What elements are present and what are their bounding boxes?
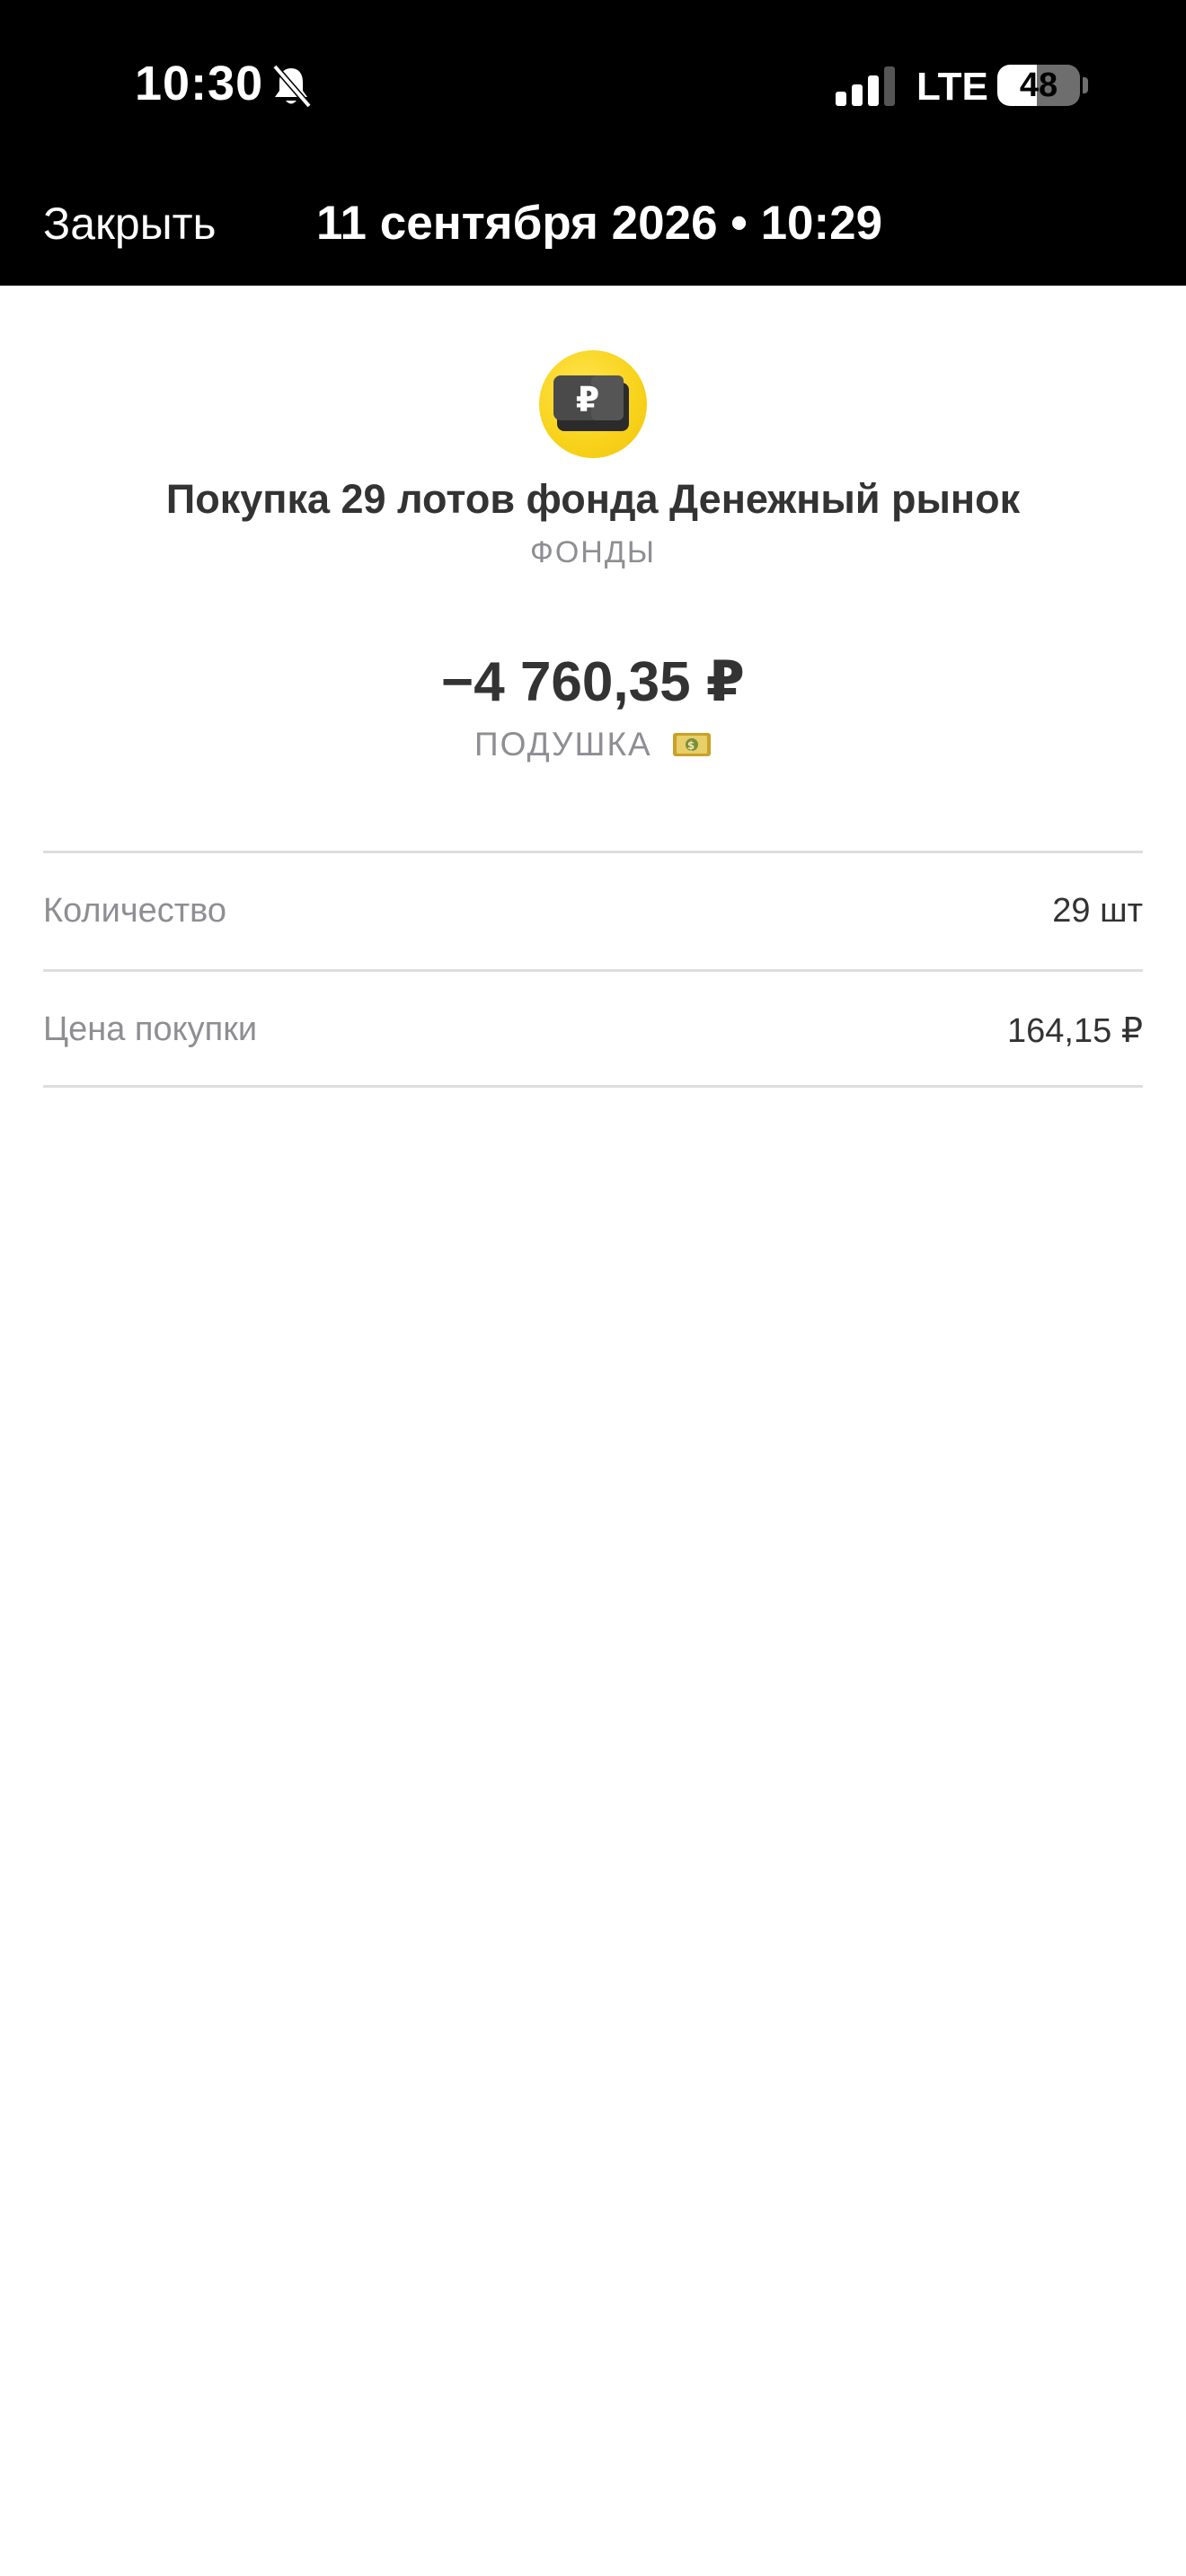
operation-amount: −4 760,35 ₽ [441,651,745,713]
bell-slash-icon [272,64,312,109]
account-name: ПОДУШКА [474,726,652,763]
svg-text:₽: ₽ [576,380,599,419]
status-time: 10:30 [135,57,264,110]
network-type: LTE [916,65,988,109]
close-button[interactable]: Закрыть [43,198,217,250]
detail-label: Цена покупки [43,1010,258,1048]
detail-value: 164,15 ₽ [1007,1012,1143,1050]
money-bill-icon: $ [672,733,711,756]
ruble-wallet-icon: ₽ [539,350,647,458]
battery-icon: 48 [997,65,1080,106]
cellular-signal-icon [836,66,895,106]
details-list: Количество 29 шт Цена покупки 164,15 ₽ [43,851,1143,1088]
battery-percent: 48 [1019,66,1058,104]
svg-text:$: $ [687,739,696,752]
operation-title: Покупка 29 лотов фонда Денежный рынок [165,476,1021,522]
detail-label: Количество [43,892,227,930]
operation-category: ФОНДЫ [530,535,656,569]
detail-row-quantity: Количество 29 шт [43,851,1143,969]
top-bar: 10:30 LTE 48 Закрыть 11 сентября 2026 • … [0,0,1186,286]
detail-row-price: Цена покупки 164,15 ₽ [43,969,1143,1088]
detail-value: 29 шт [1052,892,1143,930]
page-title: 11 сентября 2026 • 10:29 [316,197,883,250]
account-row: ПОДУШКА $ [0,726,1186,763]
battery-cap [1083,77,1088,93]
